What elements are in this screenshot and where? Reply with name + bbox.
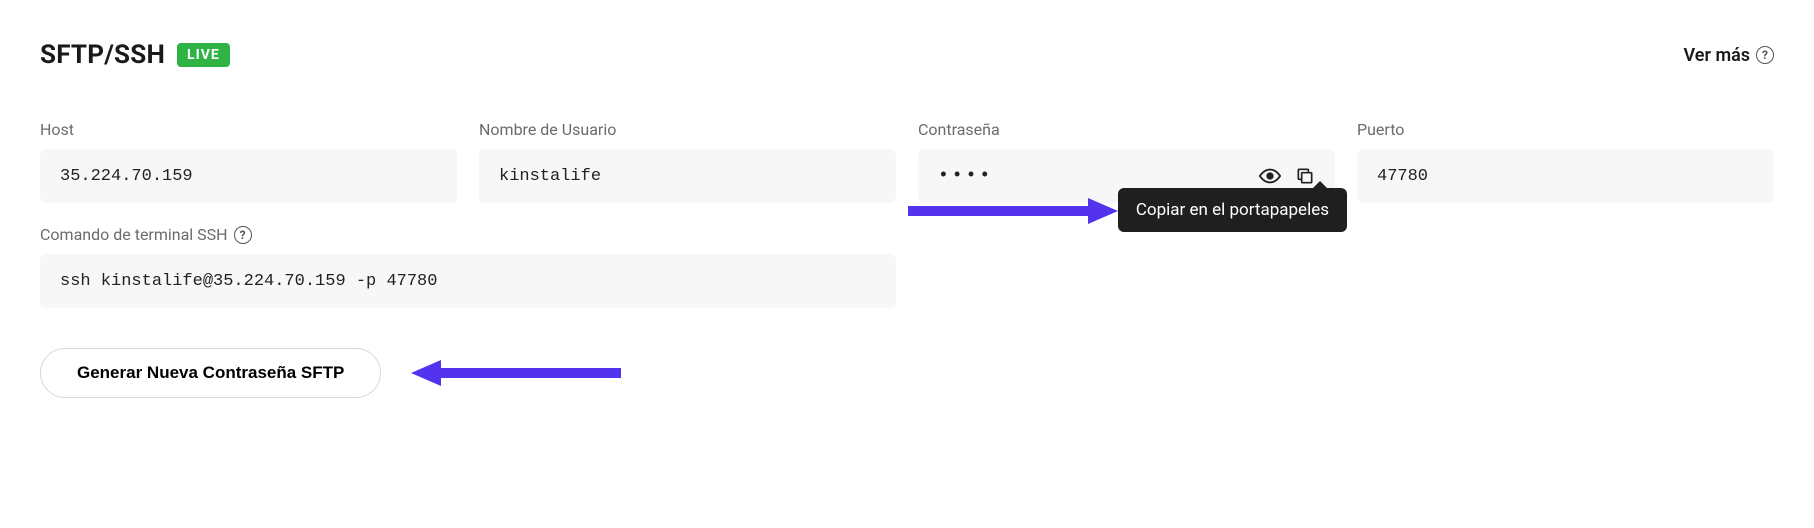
password-field: Contraseña •••• Copiar en e bbox=[918, 120, 1335, 203]
eye-icon[interactable] bbox=[1259, 165, 1281, 187]
ssh-command-label: Comando de terminal SSH ? bbox=[40, 225, 896, 244]
password-value: •••• bbox=[938, 166, 1259, 186]
port-value-box[interactable]: 47780 bbox=[1357, 149, 1774, 203]
username-field: Nombre de Usuario kinstalife bbox=[479, 120, 896, 203]
help-icon: ? bbox=[1756, 46, 1774, 64]
ssh-command-box[interactable]: ssh kinstalife@35.224.70.159 -p 47780 bbox=[40, 254, 896, 308]
annotation-arrow-icon bbox=[908, 196, 1118, 226]
ssh-command-value: ssh kinstalife@35.224.70.159 -p 47780 bbox=[60, 272, 876, 291]
see-more-label: Ver más bbox=[1684, 45, 1751, 66]
see-more-link[interactable]: Ver más ? bbox=[1684, 45, 1775, 66]
host-label: Host bbox=[40, 120, 457, 139]
password-label: Contraseña bbox=[918, 120, 1335, 139]
port-value: 47780 bbox=[1377, 167, 1754, 186]
live-badge: LIVE bbox=[177, 43, 230, 67]
section-title: SFTP/SSH bbox=[40, 40, 165, 70]
port-label: Puerto bbox=[1357, 120, 1774, 139]
host-field: Host 35.224.70.159 bbox=[40, 120, 457, 203]
username-value-box[interactable]: kinstalife bbox=[479, 149, 896, 203]
username-value: kinstalife bbox=[499, 167, 876, 186]
port-field: Puerto 47780 bbox=[1357, 120, 1774, 203]
annotation-arrow-icon bbox=[411, 358, 621, 388]
host-value: 35.224.70.159 bbox=[60, 167, 437, 186]
copy-tooltip: Copiar en el portapapeles bbox=[1118, 188, 1347, 232]
username-label: Nombre de Usuario bbox=[479, 120, 896, 139]
help-icon[interactable]: ? bbox=[234, 226, 252, 244]
ssh-command-field: Comando de terminal SSH ? ssh kinstalife… bbox=[40, 225, 896, 308]
generate-password-button[interactable]: Generar Nueva Contraseña SFTP bbox=[40, 348, 381, 398]
host-value-box[interactable]: 35.224.70.159 bbox=[40, 149, 457, 203]
copy-icon[interactable] bbox=[1295, 166, 1315, 186]
